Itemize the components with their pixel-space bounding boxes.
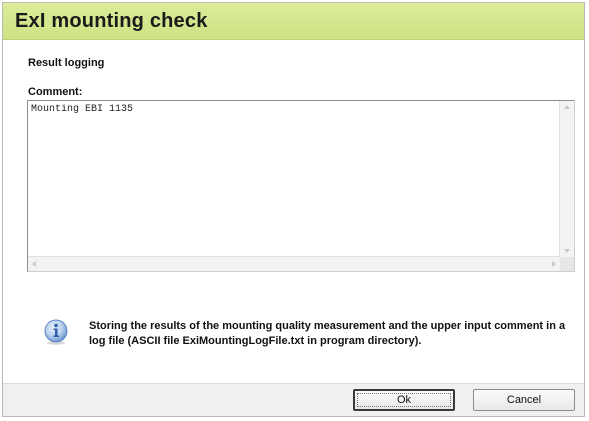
exi-mounting-check-dialog: ExI mounting check Result logging Commen… <box>2 2 585 417</box>
scroll-left-icon[interactable] <box>32 261 36 267</box>
button-bar: Ok Cancel <box>3 383 584 416</box>
cancel-button[interactable]: Cancel <box>473 389 575 411</box>
scroll-down-icon[interactable] <box>564 249 570 253</box>
vertical-scrollbar[interactable] <box>559 101 574 257</box>
info-icon <box>43 319 69 345</box>
info-message: Storing the results of the mounting qual… <box>89 320 566 347</box>
title-bar[interactable]: ExI mounting check <box>3 3 584 40</box>
dialog-title: ExI mounting check <box>15 10 208 32</box>
comment-field[interactable] <box>31 104 556 256</box>
scrollbar-corner <box>560 257 574 271</box>
section-label: Result logging <box>28 57 105 69</box>
comment-field-frame <box>27 100 575 272</box>
horizontal-scrollbar[interactable] <box>28 256 560 271</box>
comment-label: Comment: <box>28 86 83 98</box>
scroll-up-icon[interactable] <box>564 105 570 109</box>
scroll-right-icon[interactable] <box>552 261 556 267</box>
ok-button[interactable]: Ok <box>353 389 455 411</box>
